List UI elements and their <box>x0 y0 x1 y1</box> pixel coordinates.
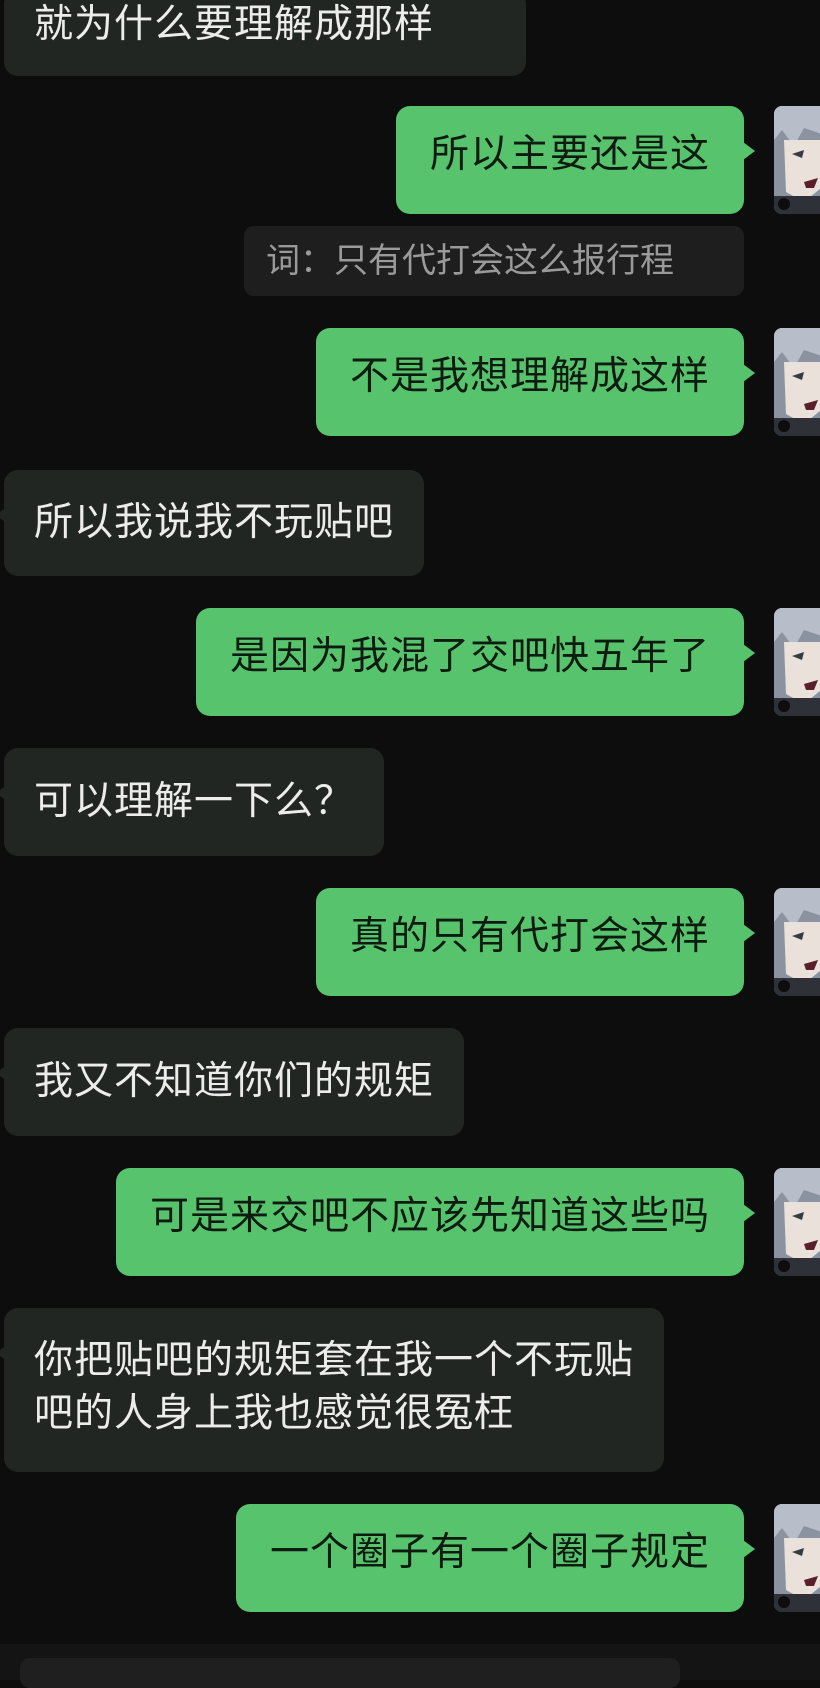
avatar-icon <box>774 106 820 214</box>
bubble-tail <box>743 1204 755 1222</box>
message-text-line: 吧的人身上我也感觉很冤枉 <box>34 1391 515 1436</box>
message-bubble-incoming[interactable]: 可以理解一下么？ <box>0 748 385 856</box>
avatar[interactable] <box>774 608 820 716</box>
message-bubble-outgoing[interactable]: 所以主要还是这 <box>395 106 755 214</box>
message-row-outgoing: 一个圈子有一个圈子规定 <box>0 1504 820 1612</box>
message-bubble-incoming[interactable]: 我又不知道你们的规矩 <box>0 1028 465 1136</box>
message-text: 我又不知道你们的规矩 <box>34 1059 435 1104</box>
bubble-tail <box>743 1540 755 1558</box>
avatar[interactable] <box>774 106 820 214</box>
avatar-icon <box>774 1504 820 1612</box>
message-row-incoming: 可以理解一下么？ <box>0 748 820 856</box>
message-text-line: 你把贴吧的规矩套在我一个不玩贴 <box>34 1338 635 1383</box>
quoted-reply[interactable]: 词：只有代打会这么报行程 <box>244 226 744 296</box>
message-row-incoming: 我又不知道你们的规矩 <box>0 1028 820 1136</box>
message-row-incoming: 你把贴吧的规矩套在我一个不玩贴 吧的人身上我也感觉很冤枉 <box>0 1308 820 1472</box>
message-text: 可以理解一下么？ <box>34 779 355 824</box>
message-row-outgoing: 所以主要还是这 <box>0 106 820 214</box>
message-row-outgoing: 不是我想理解成这样 <box>0 328 820 436</box>
message-bubble-incoming[interactable]: 你把贴吧的规矩套在我一个不玩贴 吧的人身上我也感觉很冤枉 <box>0 1308 665 1472</box>
bubble-tail <box>743 364 755 382</box>
avatar[interactable] <box>774 1504 820 1612</box>
message-bubble-incoming[interactable]: 就为什么要理解成那样 <box>4 0 526 76</box>
message-row-outgoing: 真的只有代打会这样 <box>0 888 820 996</box>
message-row-outgoing: 可是来交吧不应该先知道这些吗 <box>0 1168 820 1276</box>
message-bubble-outgoing[interactable]: 可是来交吧不应该先知道这些吗 <box>115 1168 755 1276</box>
message-bubble-outgoing[interactable]: 真的只有代打会这样 <box>315 888 755 996</box>
bubble-tail <box>0 506 8 524</box>
avatar-icon <box>774 1168 820 1276</box>
message-row-incoming: 所以我说我不玩贴吧 <box>0 470 820 576</box>
message-bubble-outgoing[interactable]: 不是我想理解成这样 <box>315 328 755 436</box>
bubble-tail <box>0 1064 8 1082</box>
message-text: 所以主要还是这 <box>429 132 710 177</box>
message-text: 不是我想理解成这样 <box>349 354 710 399</box>
avatar[interactable] <box>774 1168 820 1276</box>
bubble-tail <box>743 644 755 662</box>
avatar[interactable] <box>774 328 820 436</box>
bubble-tail <box>743 924 755 942</box>
message-text: 可是来交吧不应该先知道这些吗 <box>149 1194 710 1239</box>
input-bar <box>0 1644 820 1688</box>
avatar-icon <box>774 328 820 436</box>
message-text: 真的只有代打会这样 <box>349 914 710 959</box>
avatar-icon <box>774 608 820 716</box>
message-text: 一个圈子有一个圈子规定 <box>269 1530 710 1575</box>
message-input[interactable] <box>20 1658 680 1688</box>
quoted-reply-text: 词：只有代打会这么报行程 <box>266 241 674 281</box>
chat-window: 就为什么要理解成那样 所以主要还是这 词：只有代打会这么报行程 不是我想理解成这… <box>0 0 820 1688</box>
bubble-tail <box>0 784 8 802</box>
message-text: 所以我说我不玩贴吧 <box>34 500 395 545</box>
message-row-incoming: 就为什么要理解成那样 <box>0 0 820 76</box>
message-row-outgoing: 是因为我混了交吧快五年了 <box>0 608 820 716</box>
message-text: 就为什么要理解成那样 <box>34 2 435 47</box>
avatar-icon <box>774 888 820 996</box>
message-text: 是因为我混了交吧快五年了 <box>229 634 710 679</box>
bubble-tail <box>0 1344 8 1362</box>
avatar[interactable] <box>774 888 820 996</box>
message-bubble-outgoing[interactable]: 是因为我混了交吧快五年了 <box>195 608 755 716</box>
message-bubble-outgoing[interactable]: 一个圈子有一个圈子规定 <box>235 1504 755 1612</box>
message-bubble-incoming[interactable]: 所以我说我不玩贴吧 <box>0 470 425 576</box>
bubble-tail <box>743 142 755 160</box>
